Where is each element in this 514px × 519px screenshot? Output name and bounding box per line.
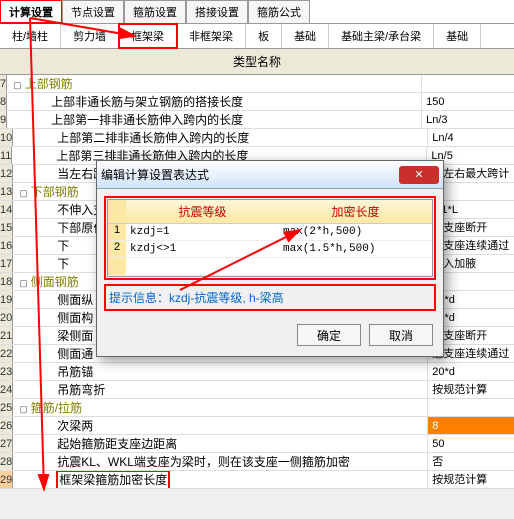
row-num: 22: [0, 345, 13, 362]
row-num: 17: [0, 255, 13, 272]
setting-label[interactable]: 次梁两: [13, 417, 427, 434]
row-num: 26: [0, 417, 13, 434]
row-num: 24: [0, 381, 13, 398]
setting-label[interactable]: 抗震KL、WKL端支座为梁时，则在该支座一侧箍筋加密: [13, 453, 427, 470]
hint-text: 提示信息：kzdj-抗震等级, h-梁高: [107, 287, 433, 308]
subtab-foundation[interactable]: 基础: [282, 24, 329, 48]
cancel-button[interactable]: 取消: [369, 324, 433, 346]
row-num: 19: [0, 291, 13, 308]
value-cell[interactable]: 8: [427, 417, 514, 434]
row-num: 8: [0, 93, 7, 110]
value-cell[interactable]: [427, 399, 514, 416]
ok-button[interactable]: 确定: [297, 324, 361, 346]
row-num: 28: [0, 453, 13, 470]
setting-label[interactable]: 吊筋锚: [13, 363, 427, 380]
row-num: 23: [0, 363, 13, 380]
dialog-titlebar[interactable]: 编辑计算设置表达式 ✕: [97, 161, 443, 189]
close-icon[interactable]: ✕: [399, 166, 439, 184]
subtab-foundation2[interactable]: 基础: [434, 24, 481, 48]
subtab-nonframe-beam[interactable]: 非框架梁: [177, 24, 246, 48]
tab-stirrup-formula[interactable]: 箍筋公式: [248, 0, 310, 23]
tab-node-settings[interactable]: 节点设置: [62, 0, 124, 23]
col-length: 加密长度: [279, 200, 432, 223]
row-num: 27: [0, 435, 13, 452]
grid-header: 类型名称: [0, 49, 514, 75]
subtab-slab[interactable]: 板: [246, 24, 282, 48]
dialog-title: 编辑计算设置表达式: [101, 166, 399, 183]
tab-stirrup-settings[interactable]: 箍筋设置: [124, 0, 186, 23]
sub-tabs: 柱/墙柱 剪力墙 框架梁 非框架梁 板 基础 基础主梁/承台梁 基础: [0, 24, 514, 49]
row-num: 29: [0, 471, 13, 488]
value-cell[interactable]: 20*d: [427, 363, 514, 380]
value-cell[interactable]: 否: [427, 453, 514, 470]
value-cell[interactable]: 150: [421, 93, 514, 110]
group-stirrup[interactable]: ▢箍筋/拉筋: [13, 399, 427, 416]
row-num: 13: [0, 183, 13, 200]
row-num: 20: [0, 309, 13, 326]
grid-cell[interactable]: max(1.5*h,500): [279, 241, 432, 257]
value-cell[interactable]: 按规范计算: [427, 381, 514, 398]
collapse-icon[interactable]: ▢: [19, 278, 28, 288]
row-num: 15: [0, 219, 13, 236]
setting-label[interactable]: 上部第二排非通长筋伸入跨内的长度: [13, 129, 427, 146]
grid-cell[interactable]: kzdj=1: [126, 224, 279, 240]
col-seismic: 抗震等级: [126, 200, 279, 223]
row-num: 12: [0, 165, 13, 182]
collapse-icon[interactable]: ▢: [19, 188, 28, 198]
value-cell[interactable]: 按规范计算: [427, 471, 514, 488]
subtab-shearwall[interactable]: 剪力墙: [61, 24, 119, 48]
row-num: 10: [0, 129, 13, 146]
setting-label[interactable]: 框架梁箍筋加密长度: [13, 471, 427, 488]
tab-calc-settings[interactable]: 计算设置: [0, 0, 62, 23]
row-num: 14: [0, 201, 13, 218]
setting-label[interactable]: 吊筋弯折: [13, 381, 427, 398]
top-tabs: 计算设置 节点设置 箍筋设置 搭接设置 箍筋公式: [0, 0, 514, 24]
subtab-foundation-beam[interactable]: 基础主梁/承台梁: [329, 24, 434, 48]
expression-grid: 抗震等级 加密长度 1 kzdj=1 max(2*h,500) 2 kzdj<>…: [107, 199, 433, 277]
setting-label[interactable]: 起始箍筋距支座边距离: [13, 435, 427, 452]
value-cell[interactable]: [421, 75, 514, 92]
value-cell[interactable]: Ln/4: [427, 129, 514, 146]
setting-label[interactable]: 上部非通长筋与架立钢筋的搭接长度: [7, 93, 421, 110]
row-num: 9: [0, 111, 7, 128]
row-num: 11: [0, 147, 12, 164]
tab-lap-settings[interactable]: 搭接设置: [186, 0, 248, 23]
row-num: 7: [0, 75, 7, 92]
collapse-icon[interactable]: ▢: [13, 80, 22, 90]
edit-expression-dialog: 编辑计算设置表达式 ✕ 抗震等级 加密长度 1 kzdj=1 max(2*h,5…: [96, 160, 444, 357]
row-num: 18: [0, 273, 13, 290]
group-top-rebar[interactable]: ▢上部钢筋: [7, 75, 421, 92]
value-cell[interactable]: Ln/3: [421, 111, 514, 128]
subtab-column[interactable]: 柱/墙柱: [0, 24, 61, 48]
grid-rownum: 1: [108, 224, 126, 240]
setting-label[interactable]: 上部第一排非通长筋伸入跨内的长度: [7, 111, 421, 128]
collapse-icon[interactable]: ▢: [19, 404, 28, 414]
row-num: 21: [0, 327, 13, 344]
grid-cell[interactable]: kzdj<>1: [126, 241, 279, 257]
value-cell[interactable]: 50: [427, 435, 514, 452]
grid-rownum: 2: [108, 241, 126, 257]
row-num: 16: [0, 237, 13, 254]
subtab-frame-beam[interactable]: 框架梁: [119, 24, 177, 48]
row-num: 25: [0, 399, 13, 416]
grid-cell[interactable]: max(2*h,500): [279, 224, 432, 240]
